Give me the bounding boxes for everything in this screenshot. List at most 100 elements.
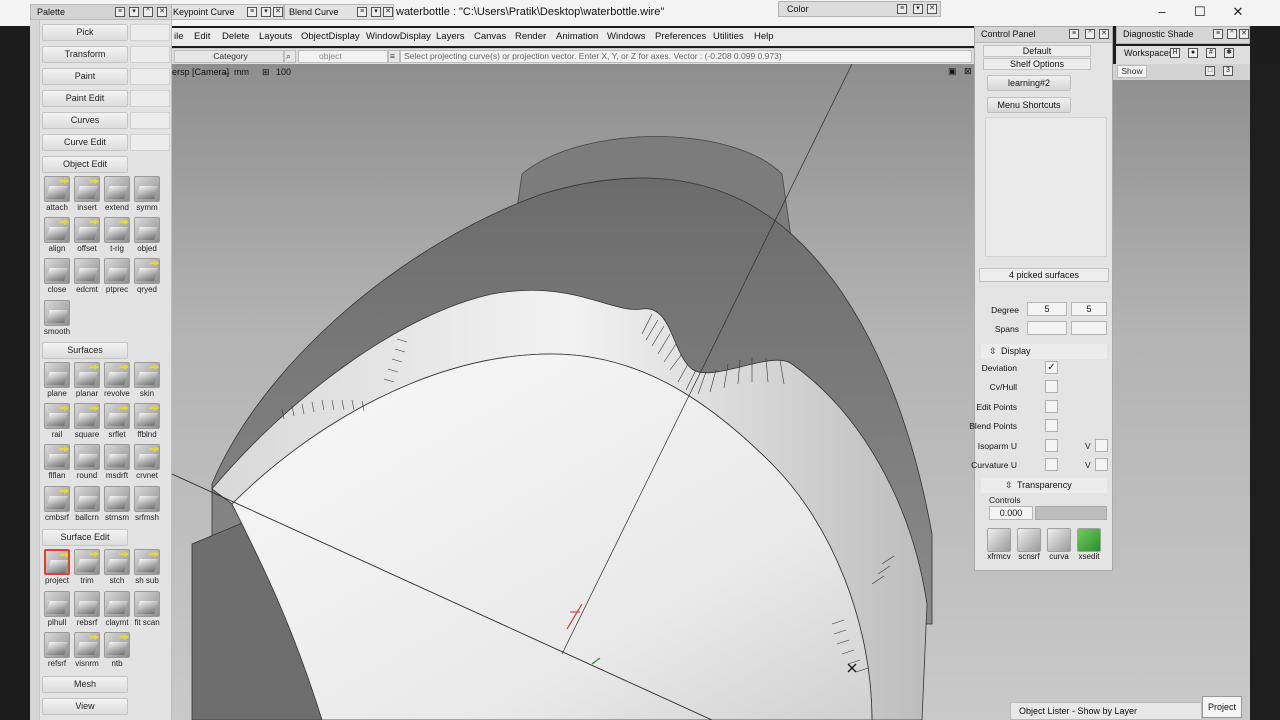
shelf-tab-menu-shortcuts[interactable]: Menu Shortcuts bbox=[987, 97, 1071, 113]
menu-utilities[interactable]: Utilities bbox=[713, 31, 744, 42]
close-icon[interactable]: ✕ bbox=[1239, 29, 1249, 39]
close-icon[interactable]: ✕ bbox=[273, 7, 283, 17]
cv-hull-checkbox[interactable] bbox=[1045, 380, 1058, 393]
curvature-u-checkbox[interactable] bbox=[1045, 458, 1058, 471]
tool-plane[interactable]: plane bbox=[42, 362, 72, 402]
chevron-down-icon[interactable]: ▾ bbox=[913, 4, 923, 14]
degree-v-input[interactable]: 5 bbox=[1071, 302, 1107, 316]
menu-windows[interactable]: Windows bbox=[607, 31, 646, 42]
viewport-camera-icon[interactable]: ▣ bbox=[948, 66, 957, 77]
palette-transform[interactable]: Transform bbox=[42, 46, 128, 63]
picked-surfaces-dropdown[interactable]: 4 picked surfaces bbox=[979, 268, 1109, 282]
menu-icon[interactable]: ≡ bbox=[1069, 29, 1079, 39]
menu-icon[interactable]: ≡ bbox=[1213, 29, 1223, 39]
close-icon[interactable]: ✕ bbox=[927, 4, 937, 14]
tool-skin[interactable]: skin bbox=[132, 362, 162, 402]
tool-square[interactable]: square bbox=[72, 403, 102, 443]
menu-icon[interactable]: ≡ bbox=[247, 7, 257, 17]
edit-points-checkbox[interactable] bbox=[1045, 400, 1058, 413]
settings-icon[interactable]: ✱ bbox=[1224, 48, 1234, 58]
tool-cmbsrf[interactable]: cmbsrf bbox=[42, 486, 72, 526]
degree-u-input[interactable]: 5 bbox=[1027, 302, 1067, 316]
shelf-tab-learning[interactable]: learning#2 bbox=[987, 75, 1071, 91]
menu-render[interactable]: Render bbox=[515, 31, 546, 42]
shelf-scnsrf[interactable]: scnsrf bbox=[1015, 528, 1043, 568]
tool-edcmt[interactable]: edcmt bbox=[72, 258, 102, 298]
menu-icon[interactable]: ≡ bbox=[115, 7, 125, 17]
palette-curve-edit[interactable]: Curve Edit bbox=[42, 134, 128, 151]
shelf-options-dropdown[interactable]: Shelf Options bbox=[983, 58, 1091, 70]
home-icon[interactable]: H bbox=[1170, 48, 1180, 58]
maximize-button[interactable]: ☐ bbox=[1190, 4, 1210, 20]
default-dropdown[interactable]: Default bbox=[983, 45, 1091, 57]
palette-curve-edit-side[interactable] bbox=[130, 134, 170, 151]
tool-attach[interactable]: attach bbox=[42, 176, 72, 216]
palette-pick[interactable]: Pick bbox=[42, 24, 128, 41]
tool-ballcrn[interactable]: ballcrn bbox=[72, 486, 102, 526]
tool-t-rig[interactable]: t-rig bbox=[102, 217, 132, 257]
tool-msdrft[interactable]: msdrft bbox=[102, 444, 132, 484]
menu-objectdisplay[interactable]: ObjectDisplay bbox=[301, 31, 360, 42]
tool-crvnet[interactable]: crvnet bbox=[132, 444, 162, 484]
object-lister-bar[interactable]: Object Lister - Show by Layer bbox=[1010, 702, 1202, 720]
tool-objed[interactable]: objed bbox=[132, 217, 162, 257]
tool-qryed[interactable]: qryed bbox=[132, 258, 162, 298]
palette-view[interactable]: View bbox=[42, 698, 128, 715]
object-field[interactable]: object bbox=[298, 50, 388, 63]
tool-sh-sub[interactable]: sh sub bbox=[132, 549, 162, 589]
transparency-section[interactable]: ⇳ Transparency bbox=[981, 478, 1107, 493]
tool-smooth[interactable]: smooth bbox=[42, 300, 72, 340]
menu-delete[interactable]: Delete bbox=[222, 31, 249, 42]
tool-claymt[interactable]: claymt bbox=[102, 591, 132, 631]
tool-offset[interactable]: offset bbox=[72, 217, 102, 257]
tool-round[interactable]: round bbox=[72, 444, 102, 484]
spans-u-input[interactable] bbox=[1027, 321, 1067, 335]
palette-paint-side[interactable] bbox=[130, 68, 170, 85]
tool-close[interactable]: close bbox=[42, 258, 72, 298]
tool-flflan[interactable]: flflan bbox=[42, 444, 72, 484]
viewport-close-icon[interactable]: ⊠ bbox=[964, 66, 972, 77]
tool-srfmsh[interactable]: srfmsh bbox=[132, 486, 162, 526]
collapse-icon[interactable]: ^ bbox=[143, 7, 153, 17]
curvature-v-checkbox[interactable] bbox=[1095, 458, 1108, 471]
shade-icon[interactable]: ● bbox=[1188, 48, 1198, 58]
tool-ptprec[interactable]: ptprec bbox=[102, 258, 132, 298]
close-icon[interactable]: ✕ bbox=[157, 7, 167, 17]
menu-file[interactable]: ile bbox=[174, 31, 184, 42]
tool-refsrf[interactable]: refsrf bbox=[42, 632, 72, 672]
menu-layouts[interactable]: Layouts bbox=[259, 31, 292, 42]
chevron-down-icon[interactable]: ▾ bbox=[371, 7, 381, 17]
color-window[interactable]: Color ≡ ▾ ✕ bbox=[778, 1, 941, 17]
spans-v-input[interactable] bbox=[1071, 321, 1107, 335]
palette-pick-side[interactable] bbox=[130, 24, 170, 41]
isoparm-v-checkbox[interactable] bbox=[1095, 439, 1108, 452]
controls-slider[interactable] bbox=[1035, 506, 1107, 520]
collapse-icon[interactable]: ^ bbox=[1085, 29, 1095, 39]
tool-visnrm[interactable]: visnrm bbox=[72, 632, 102, 672]
count-badge[interactable]: 3 bbox=[1223, 66, 1233, 76]
palette-paint-edit-side[interactable] bbox=[130, 90, 170, 107]
tool-rebsrf[interactable]: rebsrf bbox=[72, 591, 102, 631]
tool-revolve[interactable]: revolve bbox=[102, 362, 132, 402]
shelf-area[interactable] bbox=[985, 117, 1107, 257]
menu-animation[interactable]: Animation bbox=[556, 31, 598, 42]
menu-icon[interactable]: ≡ bbox=[897, 4, 907, 14]
palette-paint-edit[interactable]: Paint Edit bbox=[42, 90, 128, 107]
palette-mesh[interactable]: Mesh bbox=[42, 676, 128, 693]
minimize-button[interactable]: – bbox=[1152, 4, 1172, 20]
tool-plhull[interactable]: plhull bbox=[42, 591, 72, 631]
menu-preferences[interactable]: Preferences bbox=[655, 31, 706, 42]
shelf-xfrmcv[interactable]: xfrmcv bbox=[985, 528, 1013, 568]
menu-edit[interactable]: Edit bbox=[194, 31, 210, 42]
tool-fit-scan[interactable]: fit scan bbox=[132, 591, 162, 631]
workspaces-label[interactable]: Workspaces bbox=[1124, 48, 1173, 58]
tool-symm[interactable]: symm bbox=[132, 176, 162, 216]
palette-curves[interactable]: Curves bbox=[42, 112, 128, 129]
keypoint-curve-tab[interactable]: Keypoint Curve ≡ ▾ ✕ bbox=[168, 4, 284, 20]
menu-canvas[interactable]: Canvas bbox=[474, 31, 506, 42]
shelf-curva[interactable]: curva bbox=[1045, 528, 1073, 568]
menu-windowdisplay[interactable]: WindowDisplay bbox=[366, 31, 431, 42]
grid-icon[interactable]: # bbox=[1206, 48, 1216, 58]
menu-icon[interactable]: ≡ bbox=[357, 7, 367, 17]
project-button[interactable]: Project bbox=[1202, 696, 1242, 718]
